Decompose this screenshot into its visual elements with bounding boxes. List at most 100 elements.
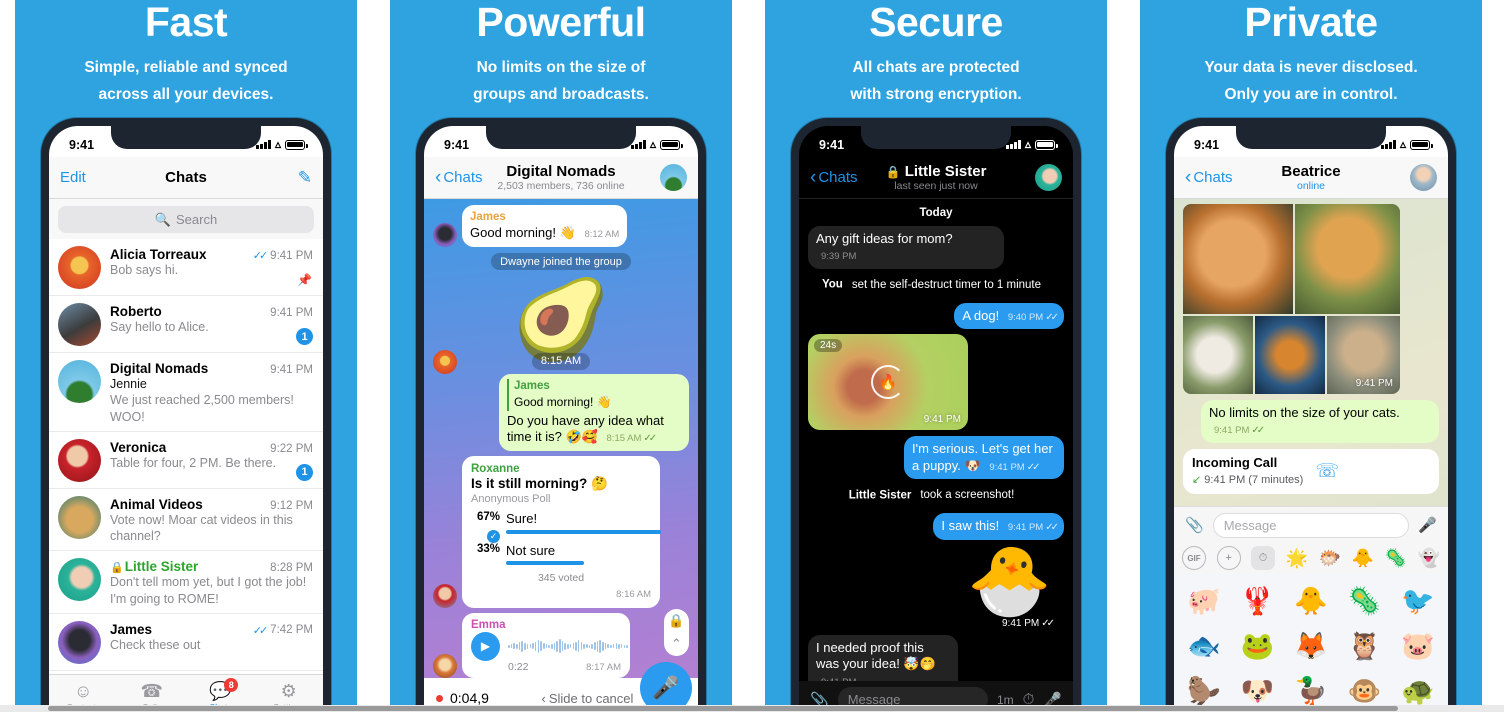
secret-photo-message[interactable]: 24s 🔥 9:41 PM	[808, 334, 1064, 431]
sticker-item[interactable]: 🦫	[1178, 669, 1230, 705]
sticker-item[interactable]: 🦊	[1285, 624, 1337, 668]
sticker-item[interactable]: 🐥	[1285, 579, 1337, 623]
avatar	[433, 583, 457, 608]
wifi-icon: ▵	[649, 137, 656, 151]
edit-button[interactable]: Edit	[60, 169, 86, 186]
sticker-item[interactable]: 🐖	[1178, 579, 1230, 623]
search-input[interactable]: 🔍 Search	[58, 206, 314, 233]
poll-option[interactable]: 33% Not sure	[471, 543, 651, 558]
table-row[interactable]: Veronica 9:22 PM Table for four, 2 PM. B…	[49, 432, 323, 489]
play-icon[interactable]: ▶	[471, 631, 500, 661]
screenshot-root: Fast Simple, reliable and synced across …	[0, 0, 1504, 712]
panel-sub-line2: Only you are in control.	[1224, 85, 1398, 103]
mic-icon[interactable]: 🎤	[640, 662, 692, 705]
clock-icon[interactable]: ⏱	[1251, 546, 1276, 570]
tab-calls[interactable]: ☎ Calls	[118, 675, 187, 705]
table-row[interactable]: Digital Nomads 9:41 PM Jennie We just re…	[49, 353, 323, 432]
voice-card: Emma ▶ 0:22 8:17 AM	[462, 612, 630, 678]
sticker-tab-duck-icon[interactable]: 🐥	[1352, 547, 1374, 569]
chat-avatar-button[interactable]	[1035, 164, 1062, 191]
chat-preview: We just reached 2,500 members! WOO!	[110, 393, 294, 424]
sticker-tab-ghost-icon[interactable]: 👻	[1418, 547, 1440, 569]
photo-kitten-tabby[interactable]: 9:41 PM	[1327, 316, 1400, 394]
row-body: James ✓✓ 7:42 PM Check these out	[110, 621, 313, 664]
sticker-item[interactable]: 🐶	[1231, 669, 1283, 705]
chat-avatar-button[interactable]	[1410, 164, 1437, 191]
table-row[interactable]: Alicia Torreaux ✓✓ 9:41 PM Bob says hi. 📌	[49, 239, 323, 296]
message-input[interactable]: Message	[1212, 512, 1410, 538]
call-message[interactable]: Incoming Call ↙ 9:41 PM (7 minutes) ☏	[1174, 443, 1448, 494]
sticker-item[interactable]: 🦠	[1338, 579, 1390, 623]
sticker-item[interactable]: 🦆	[1285, 669, 1337, 705]
chat-avatar-button[interactable]	[660, 164, 687, 191]
photo-cat-1[interactable]	[1183, 204, 1293, 314]
table-row[interactable]: 🔒 Little Sister 8:28 PM Don't tell mom y…	[49, 551, 323, 614]
message-outgoing[interactable]: James Good morning! 👋 Do you have any id…	[433, 373, 689, 451]
message-outgoing[interactable]: A dog! 9:40 PM ✓✓	[808, 302, 1064, 330]
sticker-item[interactable]: 🐦	[1392, 579, 1444, 623]
chat-time: 9:41 PM	[270, 364, 313, 376]
sticker-item[interactable]: 🐷	[1392, 624, 1444, 668]
message-input[interactable]: Message	[837, 687, 988, 705]
photo-cat-blue[interactable]	[1255, 316, 1325, 394]
horizontal-scrollbar[interactable]	[0, 705, 1504, 712]
mic-icon[interactable]: 🎤	[1418, 516, 1437, 534]
sticker-tab-fish-icon[interactable]: 🐡	[1319, 547, 1341, 569]
slide-to-cancel[interactable]: ‹ Slide to cancel	[542, 691, 634, 706]
add-sticker-pack-icon[interactable]: +	[1216, 546, 1241, 570]
chevron-left-icon: ‹	[541, 690, 546, 706]
table-row[interactable]: Roberto 9:41 PM Say hello to Alice. 1	[49, 296, 323, 353]
paperclip-icon[interactable]: 📎	[810, 691, 829, 706]
table-row[interactable]: James ✓✓ 7:42 PM Check these out	[49, 614, 323, 671]
paperclip-icon[interactable]: 📎	[1185, 516, 1204, 534]
avatar	[660, 164, 687, 191]
row-top: Veronica 9:22 PM	[110, 440, 313, 455]
voice-row: ▶	[471, 631, 628, 661]
message-incoming[interactable]: James Good morning! 👋 8:12 AM	[433, 205, 689, 247]
sticker-tab-germ-icon[interactable]: 🦠	[1385, 547, 1407, 569]
chat-list[interactable]: Alicia Torreaux ✓✓ 9:41 PM Bob says hi. 📌	[49, 239, 323, 705]
message-outgoing[interactable]: I saw this! 9:41 PM ✓✓	[808, 513, 1064, 540]
chat-navbar: ‹ Chats Digital Nomads 2,503 members, 736…	[424, 157, 698, 199]
poll-message[interactable]: Roxanne Is it still morning? 🤔 Anonymous…	[433, 455, 689, 608]
caption-message[interactable]: No limits on the size of your cats. 9:41…	[1174, 394, 1448, 443]
album-message[interactable]: 9:41 PM	[1174, 199, 1448, 394]
tab-contacts[interactable]: ☺ Contacts	[49, 675, 118, 705]
tab-settings[interactable]: ⚙ Settings	[255, 675, 324, 705]
phone-icon[interactable]: ☏	[1315, 460, 1339, 483]
search-placeholder: Search	[175, 212, 218, 227]
compose-icon[interactable]: ✎	[298, 168, 312, 188]
sticker-item[interactable]: 🦞	[1231, 579, 1283, 623]
phone-icon: ☎	[140, 680, 163, 701]
scrollbar-thumb[interactable]	[48, 706, 1398, 711]
poll-option[interactable]: 67% Sure!	[471, 511, 651, 526]
mic-icon[interactable]: 🎤	[1043, 691, 1062, 706]
sticker-item[interactable]: 🦉	[1338, 624, 1390, 668]
message-outgoing[interactable]: I'm serious. Let's get her a puppy. 🐶 9:…	[808, 436, 1064, 480]
gif-icon[interactable]: GIF	[1182, 546, 1206, 570]
table-row[interactable]: Animal Videos 9:12 PM Vote now! Moar cat…	[49, 489, 323, 552]
sticker-item[interactable]: 🐟	[1178, 624, 1230, 668]
panel-sub-line1: Simple, reliable and synced	[84, 59, 288, 76]
sticker-message[interactable]: 🐣 9:41 PM ✓✓	[808, 543, 1064, 631]
clock-icon[interactable]: ⏱	[1023, 691, 1035, 705]
tab-chats[interactable]: 💬 8 Chats	[186, 675, 255, 705]
photo-tiger[interactable]	[1295, 204, 1400, 314]
panel-private: Private Your data is never disclosed. On…	[1140, 0, 1482, 705]
sticker-item[interactable]: 🐸	[1231, 624, 1283, 668]
quote-text: Good morning! 👋	[514, 395, 612, 410]
record-lock-control[interactable]: 🔒 ⌃	[664, 609, 689, 656]
photo-kitten-white[interactable]	[1183, 316, 1253, 394]
sticker-message[interactable]: 🥑	[433, 275, 689, 363]
chat-preview: Table for four, 2 PM. Be there.	[110, 455, 277, 470]
back-button[interactable]: ‹ Chats	[810, 168, 858, 187]
time-text: 7:42 PM	[270, 624, 313, 637]
back-button[interactable]: ‹ Chats	[1185, 168, 1233, 187]
sticker-item[interactable]: 🐵	[1338, 669, 1390, 705]
message-incoming[interactable]: Any gift ideas for mom? 9:39 PM	[808, 226, 1064, 269]
back-button[interactable]: ‹ Chats	[435, 168, 483, 187]
sticker-tab-star-icon[interactable]: 🌟	[1286, 547, 1308, 569]
read-ticks-icon: ✓✓	[1045, 311, 1059, 323]
sticker-item[interactable]: 🐢	[1392, 669, 1444, 705]
poll-percent: 33%	[476, 542, 500, 555]
